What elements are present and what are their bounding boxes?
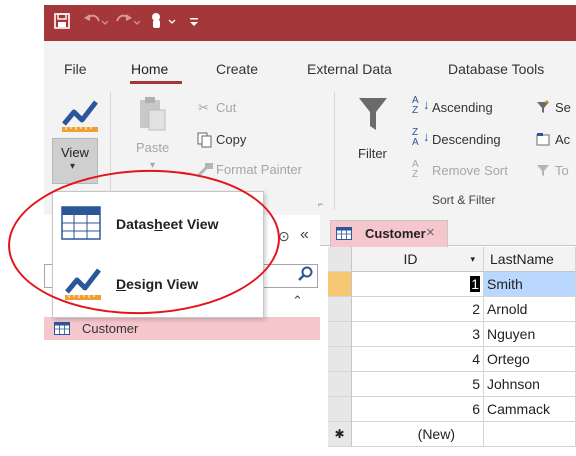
format-painter-button[interactable]: Format Painter [216,162,302,177]
table-row-lastname[interactable]: Smith [484,272,576,297]
filter-icon [358,96,388,132]
table-row-id[interactable]: 1 [352,272,484,297]
active-tab-indicator [130,81,182,84]
quick-access-toolbar [44,5,576,41]
active-cell-value: 1 [470,276,480,292]
copy-button[interactable]: Copy [216,132,246,147]
design-view-icon [63,262,103,302]
undo-icon[interactable] [82,12,108,30]
advanced-icon [536,132,550,146]
row-selector[interactable] [328,397,352,422]
new-row-lastname[interactable] [484,422,576,447]
table-row-id[interactable]: 3 [352,322,484,347]
view-button-label: View [61,145,89,160]
collapse-group-icon[interactable]: ⌃ [292,293,303,309]
table-row-id[interactable]: 5 [352,372,484,397]
descending-button[interactable]: Descending [432,132,501,147]
datasheet-view-item[interactable]: Datasheet View [116,216,218,232]
selection-icon [536,100,550,114]
copy-icon [197,132,213,148]
row-selector[interactable] [328,347,352,372]
menu-accelerator: h [154,216,163,232]
nav-item-label: Customer [82,321,139,336]
sort-descending-icon: Z A ↓ [412,127,430,148]
ascending-button[interactable]: Ascending [432,100,493,115]
table-row-lastname[interactable]: Nguyen [484,322,576,347]
datasheet-grid: ID ▾ LastName 1 Smith 2 Arnold 3 Nguyen 4… [328,247,576,456]
column-dropdown-icon[interactable]: ▾ [470,247,475,272]
redo-icon[interactable] [114,12,140,30]
cut-icon: ✂ [198,100,209,115]
group-separator [334,92,335,210]
column-header-id[interactable]: ID ▾ [352,247,484,272]
sort-ascending-icon: A Z ↓ [412,95,430,116]
menu-text: eet View [162,216,219,232]
menu-text: Datas [116,216,155,232]
sort-filter-group-label: Sort & Filter [432,193,496,207]
nav-item-customer[interactable]: Customer [44,317,320,340]
paste-chevron-icon: ▾ [150,160,156,171]
table-row-id[interactable]: 2 [352,297,484,322]
tab-create[interactable]: Create [216,61,258,77]
toggle-filter-button[interactable]: To [555,163,569,178]
search-icon[interactable] [298,266,314,282]
new-row-id[interactable]: (New) [352,422,484,447]
row-selector[interactable] [328,322,352,347]
column-header-lastname[interactable]: LastName [484,247,576,272]
nav-menu-chevron-icon[interactable]: ⊙ [278,228,290,245]
tab-external-data[interactable]: External Data [307,61,392,77]
table-icon [336,227,352,240]
selection-button[interactable]: Se [555,100,571,115]
table-icon [54,322,70,335]
table-row-lastname[interactable]: Cammack [484,397,576,422]
datasheet-view-icon [61,206,101,240]
chevron-down-icon: ▾ [70,161,76,172]
table-row-id[interactable]: 6 [352,397,484,422]
design-view-item[interactable]: Design View [116,276,198,292]
close-icon[interactable]: × [426,224,435,241]
row-selector-active[interactable] [328,272,352,297]
doc-tab-label: Customer [365,226,426,241]
tab-customer[interactable]: Customer × [330,220,448,247]
touch-mode-icon[interactable] [148,12,178,30]
table-row-lastname[interactable]: Ortego [484,347,576,372]
table-row-lastname[interactable]: Arnold [484,297,576,322]
paste-icon [137,96,167,132]
customize-icon[interactable] [188,12,200,30]
remove-sort-button[interactable]: Remove Sort [432,163,508,178]
dialog-launcher-icon[interactable]: ⌐ [318,199,323,209]
view-button[interactable]: View ▾ [52,138,98,184]
row-selector[interactable] [328,372,352,397]
save-icon[interactable] [54,13,70,29]
table-row-lastname[interactable]: Johnson [484,372,576,397]
select-all-corner[interactable] [328,247,352,272]
tab-file[interactable]: File [64,61,87,77]
column-header-label: ID [403,251,418,267]
collapse-pane-icon[interactable]: « [300,226,309,244]
tab-database-tools[interactable]: Database Tools [448,61,544,77]
remove-sort-icon: AZ [412,159,419,180]
design-view-icon [60,94,100,134]
menu-text: esign View [126,276,199,292]
format-painter-icon [196,162,214,178]
paste-button[interactable]: Paste [136,140,169,155]
toggle-filter-icon [536,163,550,177]
cut-button[interactable]: Cut [216,100,236,115]
menu-accelerator: D [116,276,127,292]
advanced-button[interactable]: Ac [555,132,570,147]
new-row-marker-icon[interactable]: ✱ [328,422,352,447]
row-selector[interactable] [328,297,352,322]
tab-home[interactable]: Home [131,61,168,77]
view-dropdown-menu: Datasheet View Design View [52,191,264,318]
table-row-id[interactable]: 4 [352,347,484,372]
filter-button[interactable]: Filter [358,146,387,161]
